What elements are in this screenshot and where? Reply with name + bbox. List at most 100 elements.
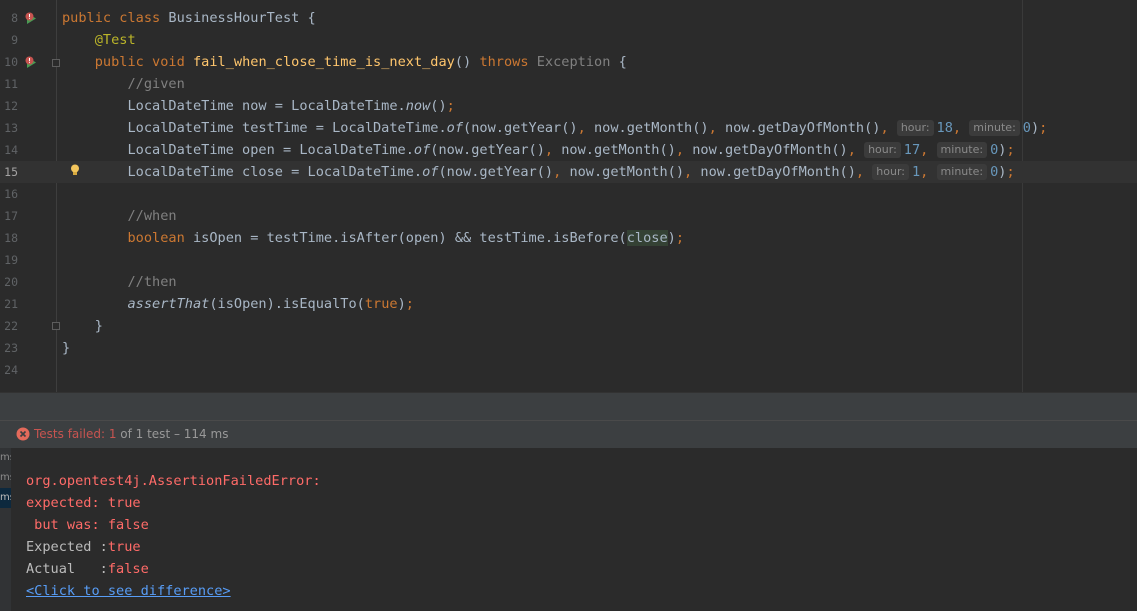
line-code: assertThat(isOpen).isEqualTo(true); <box>62 293 414 315</box>
code-token: , <box>675 142 693 158</box>
code-token: ) <box>667 230 676 246</box>
line-number: 16 <box>4 187 18 201</box>
run-test-method-failed-icon[interactable] <box>25 56 38 69</box>
code-token: { <box>610 54 627 70</box>
parameter-hint: minute: <box>936 164 988 180</box>
code-token: , <box>920 142 937 158</box>
panel-splitter[interactable] <box>0 392 1137 421</box>
run-test-class-failed-icon[interactable] <box>25 12 38 25</box>
code-token: (now.getYear() <box>430 142 545 158</box>
code-token: now <box>405 98 431 114</box>
code-token: public void <box>94 54 193 70</box>
actual-value: false <box>107 561 149 577</box>
fold-method-icon[interactable] <box>52 59 60 67</box>
code-token: (now.getYear() <box>438 164 554 180</box>
code-line[interactable]: 17 //when <box>0 205 1137 227</box>
code-token: ; <box>405 296 414 312</box>
line-code: } <box>62 315 103 337</box>
line-code: //then <box>62 271 177 293</box>
code-line[interactable]: 16 <box>0 183 1137 205</box>
test-duration: – 114 ms <box>170 427 229 441</box>
code-token: now.getDayOfMonth() <box>724 120 881 136</box>
code-token: public class <box>62 10 169 26</box>
test-summary: Tests failed: 1 of 1 test – 114 ms <box>34 421 228 448</box>
code-token: ; <box>1006 142 1015 158</box>
code-token: , <box>544 142 562 158</box>
code-token: 17 <box>903 142 921 158</box>
code-token: @Test <box>94 32 136 48</box>
code-token: ) <box>1030 120 1040 136</box>
code-token: LocalDateTime open = LocalDateTime. <box>62 142 414 158</box>
code-token: , <box>952 120 970 136</box>
code-editor[interactable]: 8 public class BusinessHourTest {9 @Test 1… <box>0 0 1137 392</box>
code-token: (now.getYear() <box>463 120 578 136</box>
code-line[interactable]: 21 assertThat(isOpen).isEqualTo(true); <box>0 293 1137 315</box>
code-line[interactable]: 14 LocalDateTime open = LocalDateTime.of… <box>0 139 1137 161</box>
line-number: 21 <box>4 297 18 311</box>
code-token: Exception <box>536 54 611 70</box>
code-token: ; <box>446 98 455 114</box>
see-difference-link[interactable]: <Click to see difference> <box>26 580 231 602</box>
test-duration-label[interactable]: ms <box>0 448 11 468</box>
code-token: //then <box>62 274 177 290</box>
line-number: 23 <box>4 341 18 355</box>
line-code: boolean isOpen = testTime.isAfter(open) … <box>62 227 684 249</box>
code-line[interactable]: 15 LocalDateTime close = LocalDateTime.o… <box>0 161 1137 183</box>
code-token: now.getDayOfMonth() <box>700 164 856 180</box>
line-code: //given <box>62 73 184 95</box>
code-token: () <box>454 54 480 70</box>
code-token: ; <box>1006 164 1015 180</box>
lightbulb-icon[interactable] <box>70 164 80 176</box>
but-was-message-line: but was: false <box>26 517 149 533</box>
code-token: , <box>880 120 897 136</box>
code-token: now.getDayOfMonth() <box>692 142 848 158</box>
line-code: //when <box>62 205 176 227</box>
code-token: LocalDateTime testTime = LocalDateTime. <box>62 120 447 136</box>
total-count: of 1 test <box>116 427 171 441</box>
line-number: 18 <box>4 231 18 245</box>
actual-label: Actual : <box>26 561 108 577</box>
code-token: 18 <box>936 120 953 136</box>
parameter-hint: hour: <box>896 120 934 136</box>
test-duration-label-selected[interactable]: ms <box>0 488 11 508</box>
code-token: , <box>553 164 570 180</box>
code-token: LocalDateTime close = LocalDateTime. <box>62 164 423 180</box>
line-number: 15 <box>4 165 18 179</box>
code-token: (isOpen).isEqualTo( <box>209 296 365 312</box>
code-line[interactable]: 9 @Test <box>0 29 1137 51</box>
test-status-bar: Tests failed: 1 of 1 test – 114 ms <box>0 420 1137 448</box>
line-code: LocalDateTime now = LocalDateTime.now(); <box>62 95 455 117</box>
code-token: , <box>577 120 594 136</box>
code-token: fail_when_close_time_is_next_day <box>192 54 455 70</box>
code-line[interactable]: 18 boolean isOpen = testTime.isAfter(ope… <box>0 227 1137 249</box>
code-token: ; <box>1039 120 1048 136</box>
code-token: of <box>422 164 439 180</box>
tests-failed-icon <box>16 427 30 441</box>
code-token: 0 <box>1022 120 1031 136</box>
code-line[interactable]: 23} <box>0 337 1137 359</box>
line-number: 19 <box>4 253 18 267</box>
code-token: now.getMonth() <box>593 120 709 136</box>
line-number: 8 <box>11 11 18 25</box>
fold-method-end-icon[interactable] <box>52 322 60 330</box>
code-line[interactable]: 22 } <box>0 315 1137 337</box>
parameter-hint: hour: <box>864 142 901 158</box>
code-token: of <box>413 142 431 158</box>
code-line[interactable]: 24 <box>0 359 1137 381</box>
code-line[interactable]: 20 //then <box>0 271 1137 293</box>
code-line[interactable]: 13 LocalDateTime testTime = LocalDateTim… <box>0 117 1137 139</box>
code-line[interactable]: 11 //given <box>0 73 1137 95</box>
console-output[interactable]: ms ms ms org.opentest4j.AssertionFailedE… <box>0 448 1137 611</box>
test-duration-label[interactable]: ms <box>0 468 11 488</box>
code-line[interactable]: 8 public class BusinessHourTest { <box>0 7 1137 29</box>
code-token: close <box>626 230 668 246</box>
code-line[interactable]: 10 public void fail_when_close_time_is_n… <box>0 51 1137 73</box>
code-line[interactable]: 19 <box>0 249 1137 271</box>
code-line[interactable]: 12 LocalDateTime now = LocalDateTime.now… <box>0 95 1137 117</box>
code-token: of <box>446 120 464 136</box>
test-tree-strip[interactable]: ms ms ms <box>0 448 11 611</box>
parameter-hint: minute: <box>936 142 988 158</box>
